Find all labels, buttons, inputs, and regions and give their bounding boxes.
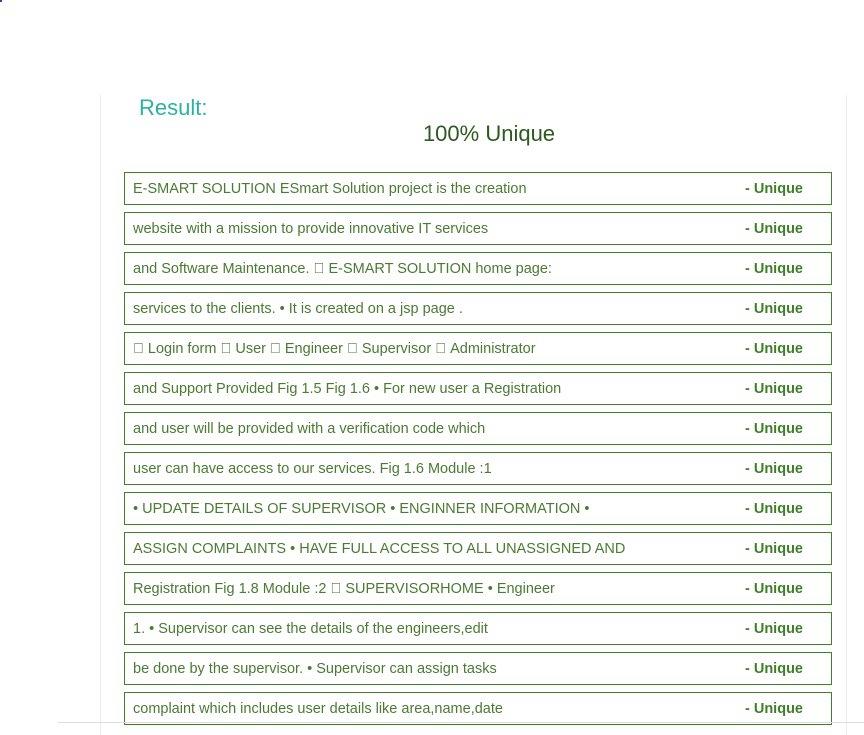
row-status: - Unique bbox=[745, 381, 803, 397]
row-text: be done by the supervisor. • Supervisor … bbox=[133, 661, 497, 677]
result-row: and user will be provided with a verific… bbox=[124, 412, 832, 445]
row-text:  Login form  User  Engineer  Supervi… bbox=[133, 341, 536, 357]
row-text: 1. • Supervisor can see the details of t… bbox=[133, 621, 488, 637]
row-text: ASSIGN COMPLAINTS • HAVE FULL ACCESS TO … bbox=[133, 541, 626, 557]
row-text: E-SMART SOLUTION ESmart Solution project… bbox=[133, 181, 527, 197]
result-row: Registration Fig 1.8 Module :2  SUPERVI… bbox=[124, 572, 832, 605]
row-status: - Unique bbox=[745, 181, 803, 197]
footer-divider bbox=[58, 722, 864, 723]
result-row: ASSIGN COMPLAINTS • HAVE FULL ACCESS TO … bbox=[124, 532, 832, 565]
result-row: E-SMART SOLUTION ESmart Solution project… bbox=[124, 172, 832, 205]
row-status: - Unique bbox=[745, 421, 803, 437]
uniqueness-score: 100% Unique bbox=[422, 121, 556, 146]
result-row: complaint which includes user details li… bbox=[124, 692, 832, 725]
row-text: and Software Maintenance.  E-SMART SOLU… bbox=[133, 261, 552, 277]
row-text: and Support Provided Fig 1.5 Fig 1.6 • F… bbox=[133, 381, 562, 397]
row-status: - Unique bbox=[745, 261, 803, 277]
result-row: 1. • Supervisor can see the details of t… bbox=[124, 612, 832, 645]
row-status: - Unique bbox=[745, 541, 803, 557]
row-text: and user will be provided with a verific… bbox=[133, 421, 486, 437]
result-list: E-SMART SOLUTION ESmart Solution project… bbox=[124, 172, 832, 732]
row-status: - Unique bbox=[745, 621, 803, 637]
row-status: - Unique bbox=[745, 581, 803, 597]
result-row: • UPDATE DETAILS OF SUPERVISOR • ENGINNE… bbox=[124, 492, 832, 525]
row-status: - Unique bbox=[745, 501, 803, 517]
result-row: user can have access to our services. Fi… bbox=[124, 452, 832, 485]
row-text: Registration Fig 1.8 Module :2  SUPERVI… bbox=[133, 581, 555, 597]
result-row: and Support Provided Fig 1.5 Fig 1.6 • F… bbox=[124, 372, 832, 405]
row-status: - Unique bbox=[745, 341, 803, 357]
row-status: - Unique bbox=[745, 301, 803, 317]
result-row: services to the clients. • It is created… bbox=[124, 292, 832, 325]
result-row: be done by the supervisor. • Supervisor … bbox=[124, 652, 832, 685]
corner-dot bbox=[0, 0, 2, 2]
row-text: website with a mission to provide innova… bbox=[133, 221, 489, 237]
result-row:  Login form  User  Engineer  Supervi… bbox=[124, 332, 832, 365]
row-status: - Unique bbox=[745, 661, 803, 677]
row-text: • UPDATE DETAILS OF SUPERVISOR • ENGINNE… bbox=[133, 501, 590, 517]
result-row: and Software Maintenance.  E-SMART SOLU… bbox=[124, 252, 832, 285]
row-text: services to the clients. • It is created… bbox=[133, 301, 463, 317]
row-status: - Unique bbox=[745, 221, 803, 237]
result-row: website with a mission to provide innova… bbox=[124, 212, 832, 245]
result-label: Result: bbox=[139, 95, 208, 120]
row-status: - Unique bbox=[745, 461, 803, 477]
row-text: user can have access to our services. Fi… bbox=[133, 461, 492, 477]
result-panel: Result: 100% Unique E-SMART SOLUTION ESm… bbox=[100, 95, 847, 735]
